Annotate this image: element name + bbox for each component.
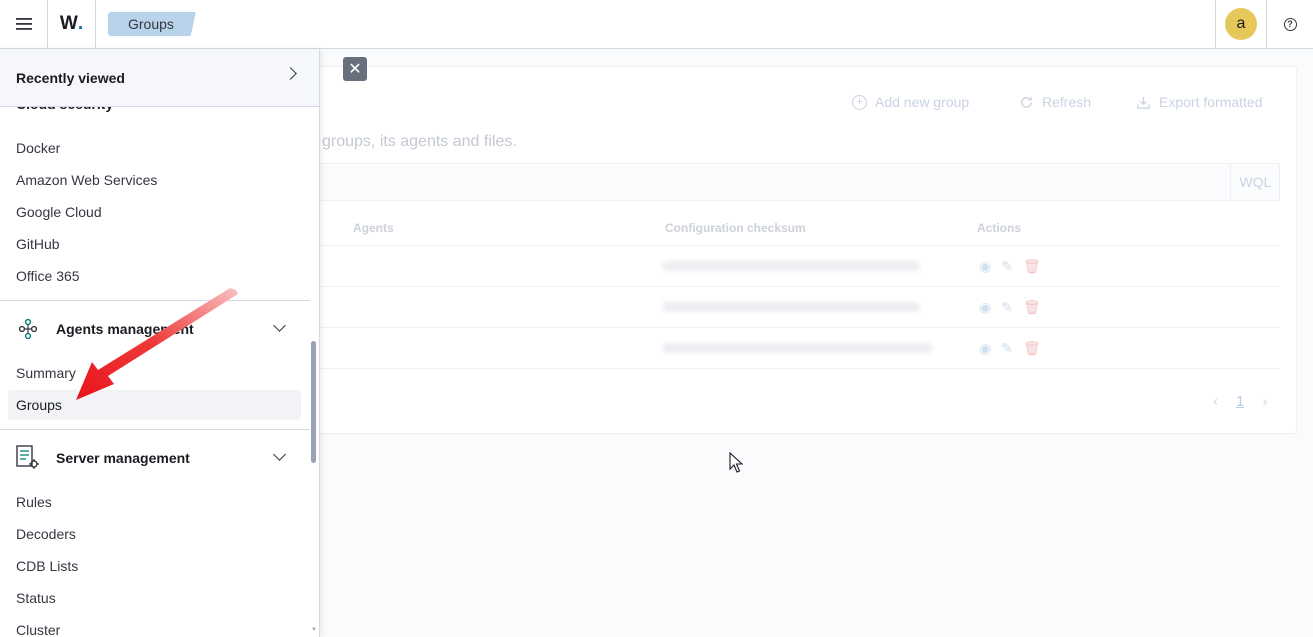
column-header-actions: Actions <box>977 221 1022 235</box>
table-row-actions: ◉ ✎ 🗑 <box>979 258 1041 275</box>
delete-icon[interactable]: 🗑 <box>1023 340 1041 357</box>
nav-item-google-cloud[interactable]: Google Cloud <box>8 197 301 227</box>
page-number[interactable]: 1 <box>1236 393 1244 410</box>
wql-toggle-button[interactable]: WQL <box>1230 163 1280 201</box>
redacted-checksum <box>662 302 920 312</box>
nav-item-aws[interactable]: Amazon Web Services <box>8 165 301 195</box>
table-row-actions: ◉ ✎ 🗑 <box>979 340 1041 357</box>
view-icon[interactable]: ◉ <box>979 258 991 275</box>
agents-management-icon <box>16 317 40 341</box>
refresh-icon <box>1021 96 1032 108</box>
server-management-section[interactable]: Server management <box>16 445 296 471</box>
nav-item-groups[interactable]: Groups <box>8 390 301 420</box>
app-logo[interactable]: W. <box>48 0 96 49</box>
delete-icon[interactable]: 🗑 <box>1023 299 1041 316</box>
column-header-agents[interactable]: Agents <box>353 221 394 235</box>
close-flyout-button[interactable]: ✕ <box>343 57 367 81</box>
nav-item-cdb-lists[interactable]: CDB Lists <box>8 551 301 581</box>
logo-dot: . <box>77 13 84 34</box>
nav-item-summary[interactable]: Summary <box>8 358 301 388</box>
server-management-icon <box>16 445 40 470</box>
close-icon: ✕ <box>348 61 362 78</box>
nav-item-status[interactable]: Status <box>8 583 301 613</box>
logo-text: W <box>59 13 78 34</box>
agents-management-section[interactable]: Agents management <box>16 316 296 342</box>
avatar: a <box>1225 8 1257 40</box>
nav-item-office-365[interactable]: Office 365 <box>8 261 301 291</box>
view-icon[interactable]: ◉ <box>979 340 991 357</box>
redacted-checksum <box>662 343 932 353</box>
top-header: W. Groups a ? <box>0 0 1313 49</box>
chevron-right-icon <box>284 67 297 80</box>
table-row-divider <box>320 368 1280 369</box>
nav-item-github[interactable]: GitHub <box>8 229 301 259</box>
breadcrumb-groups[interactable]: Groups <box>108 12 196 36</box>
view-icon[interactable]: ◉ <box>979 299 991 316</box>
edit-icon[interactable]: ✎ <box>1001 299 1013 316</box>
redacted-checksum <box>662 261 920 271</box>
edit-icon[interactable]: ✎ <box>1001 258 1013 275</box>
edit-icon[interactable]: ✎ <box>1001 340 1013 357</box>
refresh-label: Refresh <box>1042 94 1092 110</box>
delete-icon[interactable]: 🗑 <box>1023 258 1041 275</box>
nav-item-rules[interactable]: Rules <box>8 487 301 517</box>
scrollbar-thumb[interactable] <box>311 341 316 463</box>
export-formatted-label: Export formatted <box>1159 94 1263 110</box>
menu-toggle-button[interactable] <box>0 0 48 49</box>
help-icon: ? <box>1283 17 1297 31</box>
nav-item-docker[interactable]: Docker <box>8 133 301 163</box>
agents-management-label: Agents management <box>56 321 194 337</box>
plus-circle-icon: + <box>852 94 867 110</box>
server-management-label: Server management <box>56 450 190 466</box>
chevron-down-icon <box>273 448 286 461</box>
column-header-checksum[interactable]: Configuration checksum <box>665 221 806 235</box>
prev-page-icon[interactable]: ‹ <box>1213 393 1218 410</box>
nav-item-cluster[interactable]: Cluster <box>8 615 301 637</box>
add-new-group-button[interactable]: + Add new group <box>852 94 969 110</box>
hamburger-icon <box>15 18 32 30</box>
help-button[interactable]: ? <box>1267 0 1313 49</box>
table-row-divider <box>320 286 1280 287</box>
search-input[interactable] <box>250 163 1280 201</box>
table-row-divider <box>320 327 1280 328</box>
scroll-down-arrow[interactable]: ▼ <box>311 627 317 633</box>
side-navigation: Recently viewed Cloud security Docker Am… <box>0 49 320 637</box>
table-row-divider <box>320 245 1280 246</box>
divider <box>0 300 310 301</box>
mouse-cursor-icon <box>729 452 743 473</box>
chevron-down-icon <box>273 319 286 332</box>
divider <box>0 429 310 430</box>
export-icon <box>1137 96 1150 109</box>
export-formatted-button[interactable]: Export formatted <box>1136 94 1263 110</box>
refresh-button[interactable]: Refresh <box>1019 94 1091 110</box>
page-description: groups, its agents and files. <box>322 133 517 150</box>
nav-item-decoders[interactable]: Decoders <box>8 519 301 549</box>
pagination: ‹ 1 › <box>1213 393 1267 410</box>
recently-viewed-label: Recently viewed <box>16 69 125 86</box>
groups-panel <box>250 66 1297 434</box>
user-menu-button[interactable]: a <box>1215 0 1267 49</box>
table-row-actions: ◉ ✎ 🗑 <box>979 299 1041 316</box>
next-page-icon[interactable]: › <box>1262 393 1267 410</box>
recently-viewed-toggle[interactable]: Recently viewed <box>0 49 319 107</box>
add-new-group-label: Add new group <box>875 94 970 110</box>
